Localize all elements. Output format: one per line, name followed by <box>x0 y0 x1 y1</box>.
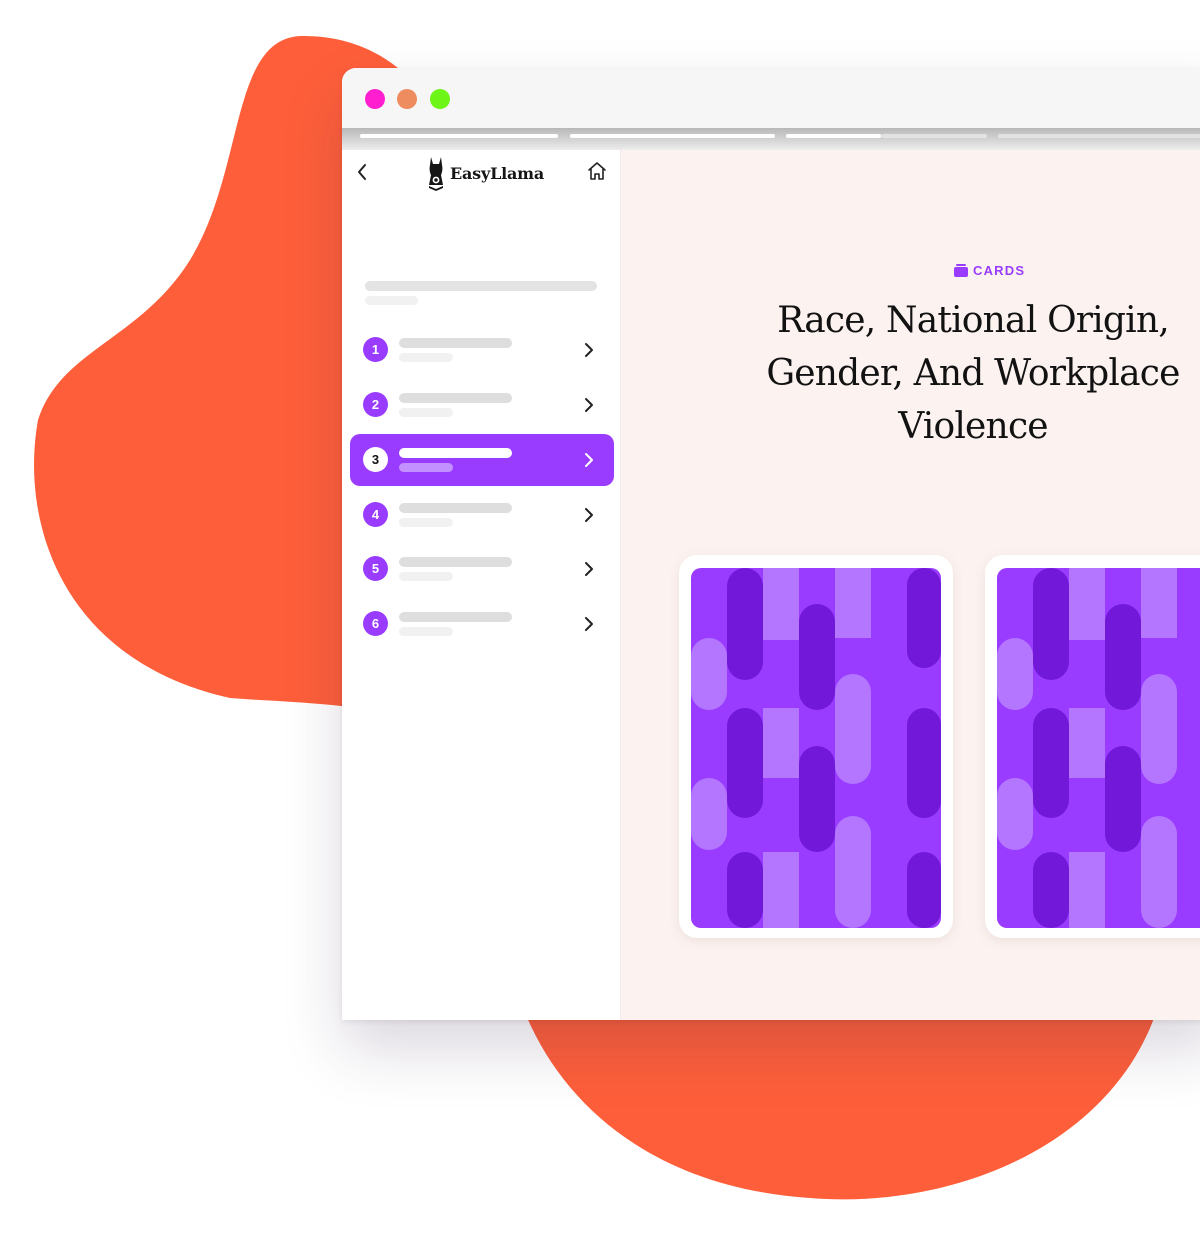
lesson-subtitle-placeholder <box>399 572 453 581</box>
flip-card[interactable] <box>985 555 1200 938</box>
course-title-placeholder <box>365 281 597 291</box>
lesson-item[interactable]: 4 <box>350 489 614 541</box>
lesson-number: 3 <box>363 447 388 472</box>
sidebar: EasyLlama 1 2 3 4 5 6 <box>342 150 621 1020</box>
lesson-title-placeholder <box>399 448 512 458</box>
lesson-number: 6 <box>363 611 388 636</box>
lesson-number: 1 <box>363 337 388 362</box>
logo[interactable]: EasyLlama <box>426 153 544 193</box>
sidebar-header: EasyLlama <box>342 150 620 194</box>
lesson-item-active[interactable]: 3 <box>350 434 614 486</box>
progress-segment <box>998 134 1200 138</box>
lesson-subtitle-placeholder <box>399 463 453 472</box>
chevron-right-icon <box>585 508 593 522</box>
lesson-title-placeholder <box>399 393 512 403</box>
section-tag-label: CARDS <box>973 263 1026 278</box>
lesson-item[interactable]: 5 <box>350 543 614 595</box>
home-icon[interactable] <box>586 160 608 182</box>
logo-text: EasyLlama <box>450 163 545 183</box>
lesson-subtitle-placeholder <box>399 627 453 636</box>
lesson-number: 5 <box>363 556 388 581</box>
chevron-right-icon <box>585 562 593 576</box>
lesson-item[interactable]: 6 <box>350 598 614 650</box>
llama-logo-icon <box>429 157 443 191</box>
lesson-item[interactable]: 2 <box>350 379 614 431</box>
card-pattern <box>691 568 941 928</box>
lesson-item[interactable]: 1 <box>350 324 614 376</box>
minimize-window-button[interactable] <box>397 89 417 109</box>
back-arrow-icon[interactable] <box>354 160 370 184</box>
progress-segment <box>360 134 558 138</box>
main-content: CARDS Race, National Origin, Gender, And… <box>621 150 1200 1020</box>
chevron-right-icon <box>585 617 593 631</box>
maximize-window-button[interactable] <box>430 89 450 109</box>
lesson-title-placeholder <box>399 503 512 513</box>
chevron-right-icon <box>585 398 593 412</box>
lesson-title-placeholder <box>399 338 512 348</box>
progress-segment <box>786 134 881 138</box>
title-bar <box>342 68 1200 128</box>
stage: EasyLlama 1 2 3 4 5 6 CARDS Race, Nation… <box>0 0 1200 1244</box>
lesson-subtitle-placeholder <box>399 408 453 417</box>
lesson-subtitle-placeholder <box>399 518 453 527</box>
chevron-right-icon <box>585 343 593 357</box>
lesson-subtitle-placeholder <box>399 353 453 362</box>
flip-card[interactable] <box>679 555 953 938</box>
lesson-title-placeholder <box>399 557 512 567</box>
lesson-title-placeholder <box>399 612 512 622</box>
section-tag: CARDS <box>953 263 1025 278</box>
chevron-right-icon <box>585 453 593 467</box>
page-title: Race, National Origin, Gender, And Workp… <box>766 300 1180 447</box>
cards-icon <box>954 264 968 277</box>
lesson-number: 4 <box>363 502 388 527</box>
progress-segment <box>881 134 987 138</box>
progress-segment <box>570 134 775 138</box>
lesson-number: 2 <box>363 392 388 417</box>
browser-window: EasyLlama 1 2 3 4 5 6 CARDS Race, Nation… <box>342 68 1200 1020</box>
card-pattern <box>997 568 1200 928</box>
close-window-button[interactable] <box>365 89 385 109</box>
course-progress-bar <box>342 128 1200 150</box>
course-subtitle-placeholder <box>365 296 418 305</box>
